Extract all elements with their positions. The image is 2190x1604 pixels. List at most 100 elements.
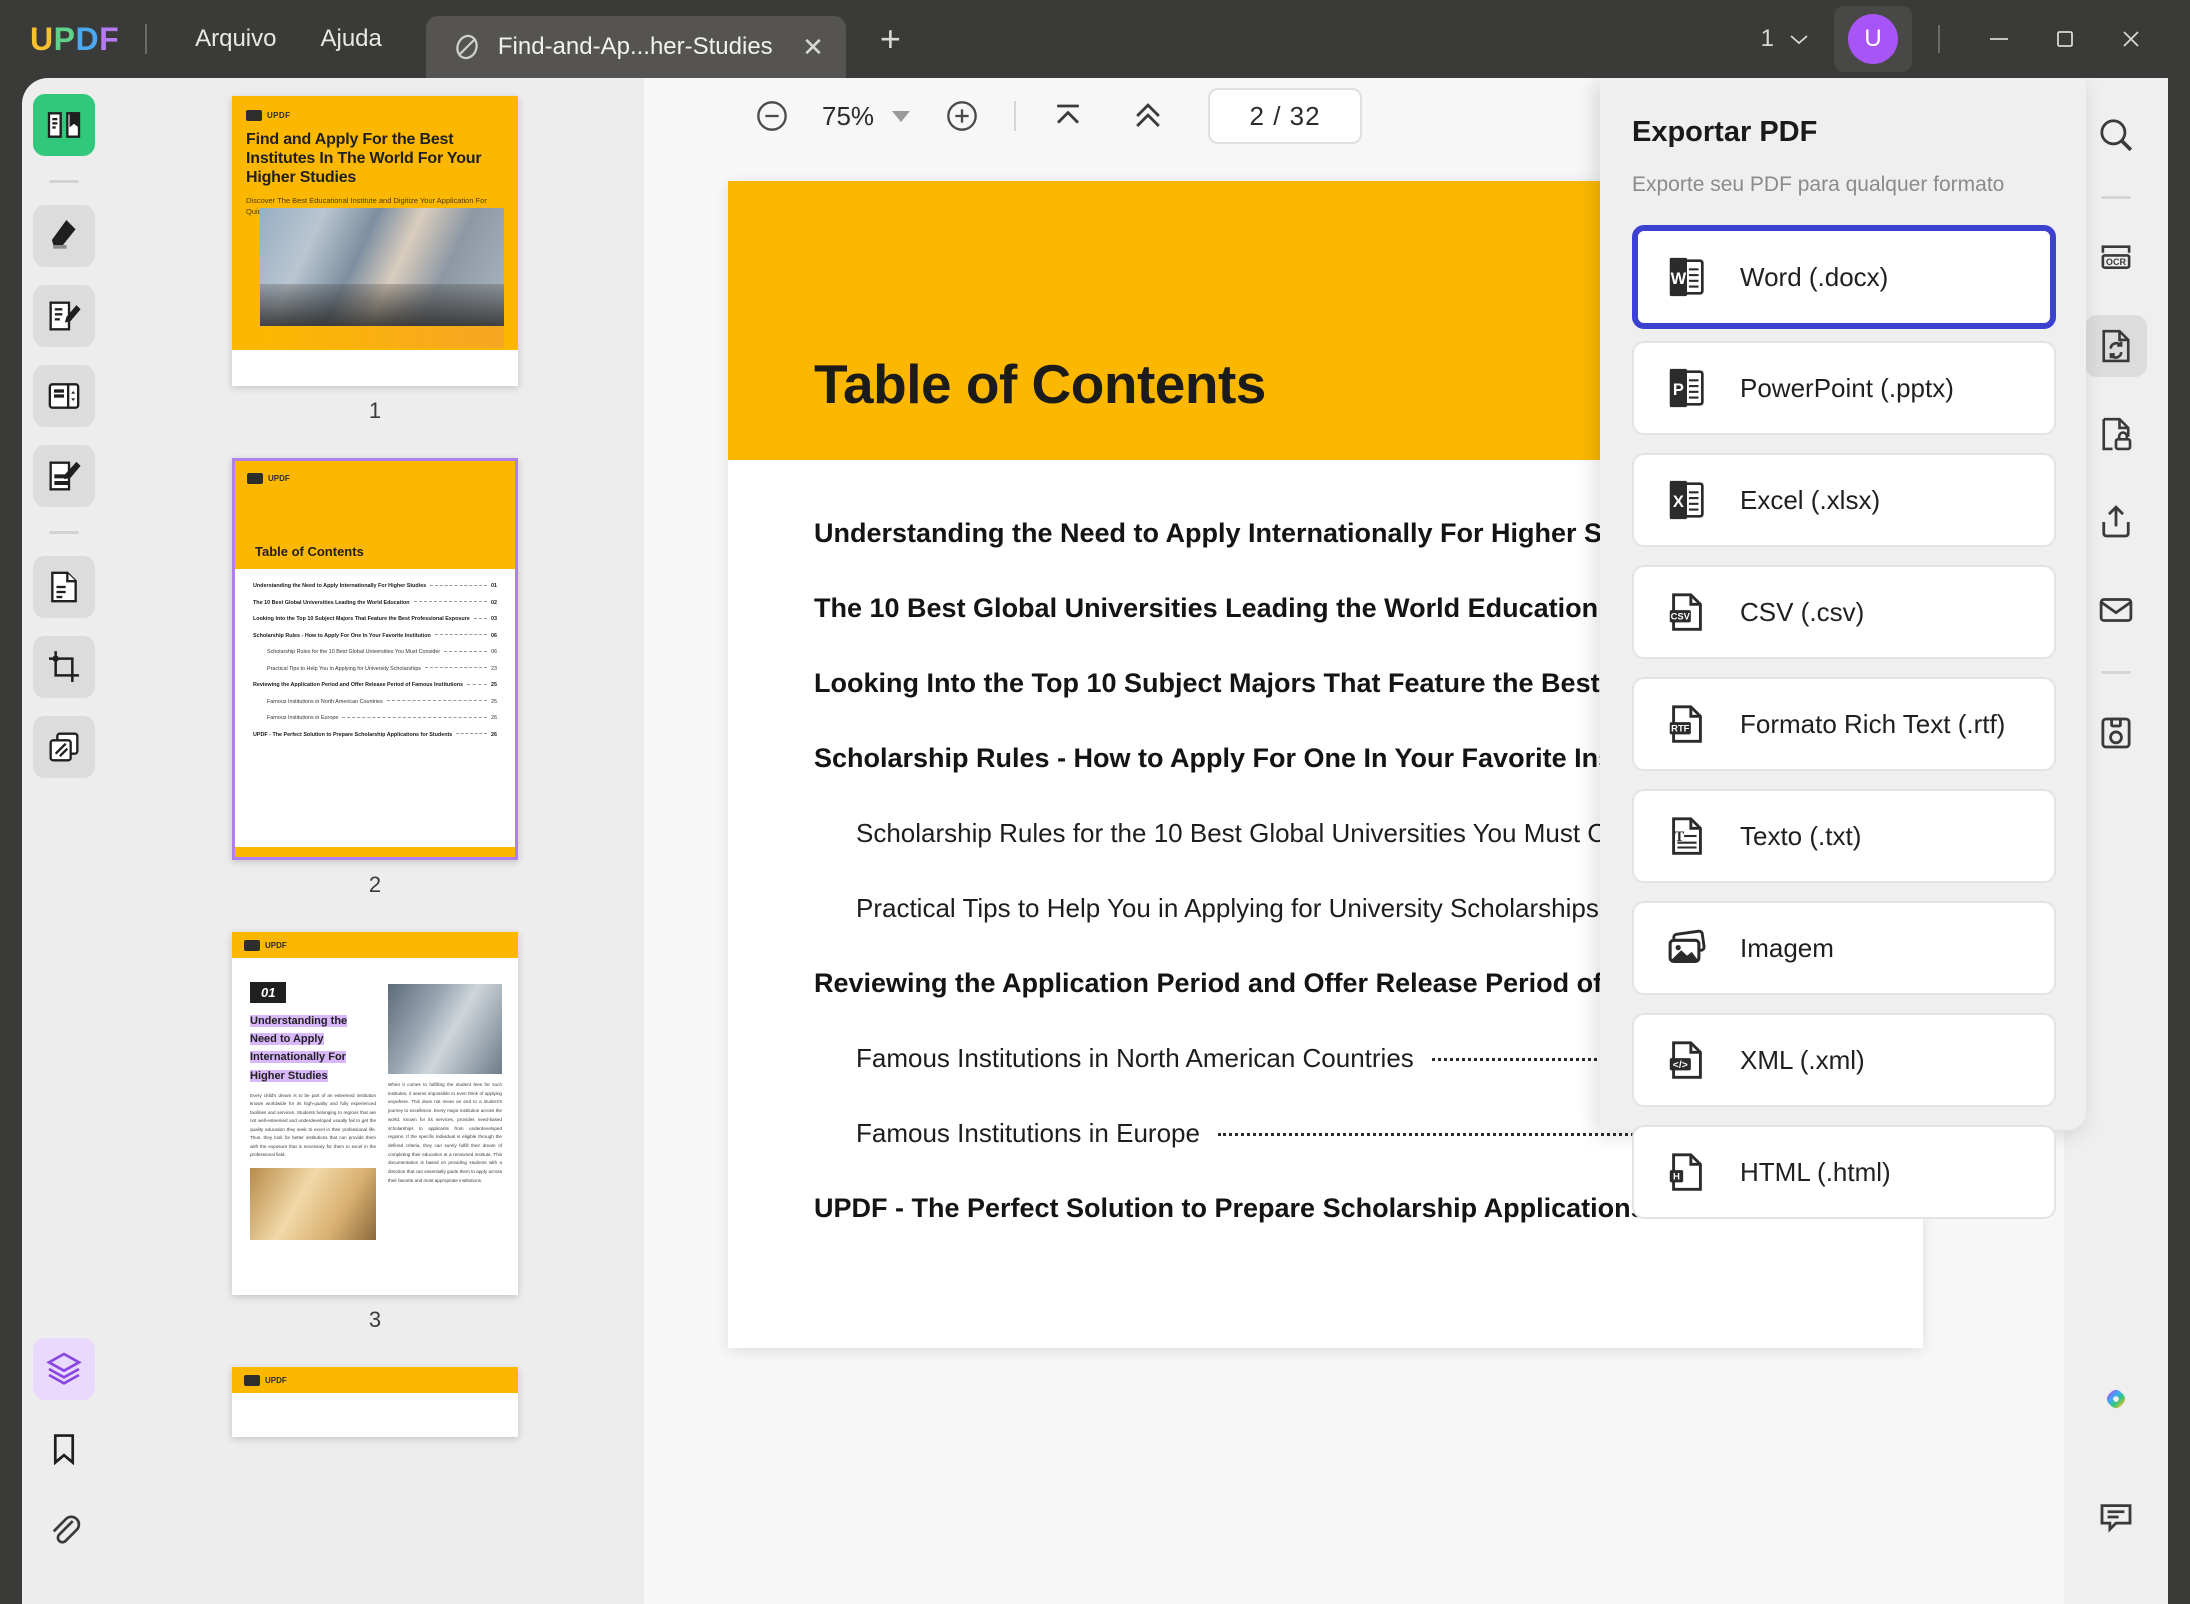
- search-button[interactable]: [2085, 104, 2147, 166]
- sidebar-item-bookmarks[interactable]: [33, 1418, 95, 1480]
- share-button[interactable]: [2085, 491, 2147, 553]
- thumb3-photo-top: [388, 984, 502, 1074]
- email-icon: [2099, 598, 2133, 622]
- previous-page-icon: [1136, 103, 1160, 128]
- thumbnail-page-2[interactable]: UPDF Table of Contents Understanding the…: [232, 458, 518, 860]
- export-format-xml[interactable]: </> XML (.xml): [1632, 1013, 2056, 1107]
- page-indicator[interactable]: 2 / 32: [1208, 88, 1363, 144]
- label: Looking Into the Top 10 Subject Majors T…: [253, 616, 470, 622]
- sidebar-item-form-fields[interactable]: [33, 365, 95, 427]
- menu-arquivo[interactable]: Arquivo: [173, 17, 298, 61]
- zoom-level-value[interactable]: 75%: [822, 101, 874, 132]
- thumb2-badge-text: UPDF: [268, 473, 290, 483]
- export-format-label: Formato Rich Text (.rtf): [1740, 708, 2006, 739]
- share-icon: [2102, 505, 2130, 538]
- ai-assistant-button[interactable]: [2085, 1368, 2147, 1430]
- ocr-button[interactable]: OCR: [2085, 227, 2147, 289]
- maximize-button[interactable]: [2032, 0, 2098, 78]
- export-format-image[interactable]: Imagem: [1632, 901, 2056, 995]
- close-window-button[interactable]: [2098, 0, 2164, 78]
- new-tab-button[interactable]: +: [880, 21, 901, 57]
- window-count-dropdown[interactable]: 1: [1761, 25, 1810, 53]
- export-format-html[interactable]: H HTML (.html): [1632, 1125, 2056, 1219]
- paperclip-icon: [52, 1515, 81, 1544]
- thumb3-photo-bottom: [250, 1167, 376, 1240]
- export-format-label: PowerPoint (.pptx): [1740, 372, 1954, 403]
- highlighter-icon: [51, 220, 76, 249]
- toc-label: Practical Tips to Help You in Applying f…: [856, 893, 1599, 923]
- powerpoint-file-icon: P: [1669, 368, 1704, 408]
- page: 03: [491, 616, 497, 622]
- page: 01: [491, 583, 497, 589]
- thumbnail-item[interactable]: UPDF 01 Understanding the Need to Apply …: [232, 932, 518, 1367]
- image-file-icon: [1668, 929, 1706, 963]
- maximize-icon: [2057, 31, 2073, 47]
- thumb3-chapter-number: 01: [250, 982, 287, 1003]
- document-tab[interactable]: Find-and-Ap...her-Studies ✕: [425, 16, 846, 78]
- chevron-down-icon[interactable]: [892, 110, 911, 122]
- email-button[interactable]: [2085, 579, 2147, 641]
- export-format-rtf[interactable]: RTF Formato Rich Text (.rtf): [1632, 677, 2056, 771]
- thumbnail-item[interactable]: UPDF Table of Contents Understanding the…: [232, 458, 518, 932]
- svg-text:H: H: [1673, 1172, 1680, 1183]
- thumb3-paragraph-left: Every child's dream is to be part of an …: [250, 1092, 376, 1158]
- toc-label: Scholarship Rules - How to Apply For One…: [814, 743, 1705, 773]
- logo-letter-d: D: [75, 20, 100, 57]
- export-format-txt[interactable]: T Texto (.txt): [1632, 789, 2056, 883]
- minimize-button[interactable]: [1966, 0, 2032, 78]
- protect-pdf-button[interactable]: [2085, 403, 2147, 465]
- page: 26: [491, 715, 497, 721]
- protect-pdf-icon: [2102, 417, 2132, 451]
- export-format-word[interactable]: W Word (.docx): [1632, 225, 2056, 329]
- thumbnail-page-1[interactable]: UPDF Find and Apply For the Best Institu…: [232, 96, 518, 386]
- label: Famous Institutions in North American Co…: [267, 698, 383, 705]
- right-rail-divider-2: [2101, 671, 2131, 674]
- label: Practical Tips to Help You in Applying f…: [267, 665, 422, 672]
- thumbnail-item[interactable]: UPDF Find and Apply For the Best Institu…: [232, 96, 518, 458]
- thumb2-toc-row: Famous Institutions in Europe 26: [253, 715, 497, 721]
- thumbnail-panel[interactable]: UPDF Find and Apply For the Best Institu…: [106, 78, 644, 1604]
- sidebar-item-page-organize[interactable]: [33, 556, 95, 618]
- layers-icon: [46, 1352, 82, 1385]
- leader-dots: [434, 634, 487, 635]
- first-page-button[interactable]: [1040, 88, 1096, 144]
- tab-close-icon[interactable]: ✕: [802, 34, 824, 60]
- thumb2-header: UPDF: [235, 461, 515, 495]
- avatar: U: [1848, 14, 1898, 64]
- sidebar-item-attachments[interactable]: [33, 1498, 95, 1560]
- logo-letter-p: P: [53, 20, 76, 57]
- logo-divider: [145, 24, 148, 54]
- svg-text:W: W: [1671, 270, 1687, 288]
- comment-button[interactable]: [2085, 1486, 2147, 1548]
- excel-file-icon: X: [1669, 480, 1704, 520]
- thumbnail-item[interactable]: UPDF: [232, 1367, 518, 1437]
- previous-page-button[interactable]: [1120, 88, 1176, 144]
- sidebar-item-layers[interactable]: [33, 1338, 95, 1400]
- ocr-icon: OCR: [2101, 245, 2131, 269]
- go-to-first-page-icon: [1057, 104, 1080, 124]
- page: 06: [491, 632, 497, 639]
- thumb3-header: UPDF: [232, 932, 518, 958]
- thumb2-toc-row: UPDF - The Perfect Solution to Prepare S…: [253, 732, 497, 738]
- export-format-powerpoint[interactable]: P PowerPoint (.pptx): [1632, 341, 2056, 435]
- leader-dots: [473, 617, 487, 619]
- convert-pdf-button[interactable]: [2085, 315, 2147, 377]
- sidebar-item-highlighter[interactable]: [33, 205, 95, 267]
- thumbnail-page-4[interactable]: UPDF: [232, 1367, 518, 1437]
- zoom-out-button[interactable]: [744, 88, 800, 144]
- sidebar-item-edit-text[interactable]: [33, 445, 95, 507]
- left-tool-rail: [22, 78, 106, 1604]
- sidebar-item-annotate[interactable]: [33, 285, 95, 347]
- save-button[interactable]: [2085, 702, 2147, 764]
- sidebar-item-compare[interactable]: [33, 716, 95, 778]
- zoom-in-button[interactable]: [934, 88, 990, 144]
- export-format-csv[interactable]: CSV CSV (.csv): [1632, 565, 2056, 659]
- menu-ajuda[interactable]: Ajuda: [298, 17, 403, 61]
- sidebar-item-crop[interactable]: [33, 636, 95, 698]
- sidebar-item-reader[interactable]: [33, 94, 95, 156]
- account-button[interactable]: U: [1834, 6, 1912, 72]
- page-organize-icon: [51, 571, 77, 603]
- thumbnail-page-3[interactable]: UPDF 01 Understanding the Need to Apply …: [232, 932, 518, 1295]
- export-format-excel[interactable]: X Excel (.xlsx): [1632, 453, 2056, 547]
- thumb2-title-band: Table of Contents: [235, 495, 515, 569]
